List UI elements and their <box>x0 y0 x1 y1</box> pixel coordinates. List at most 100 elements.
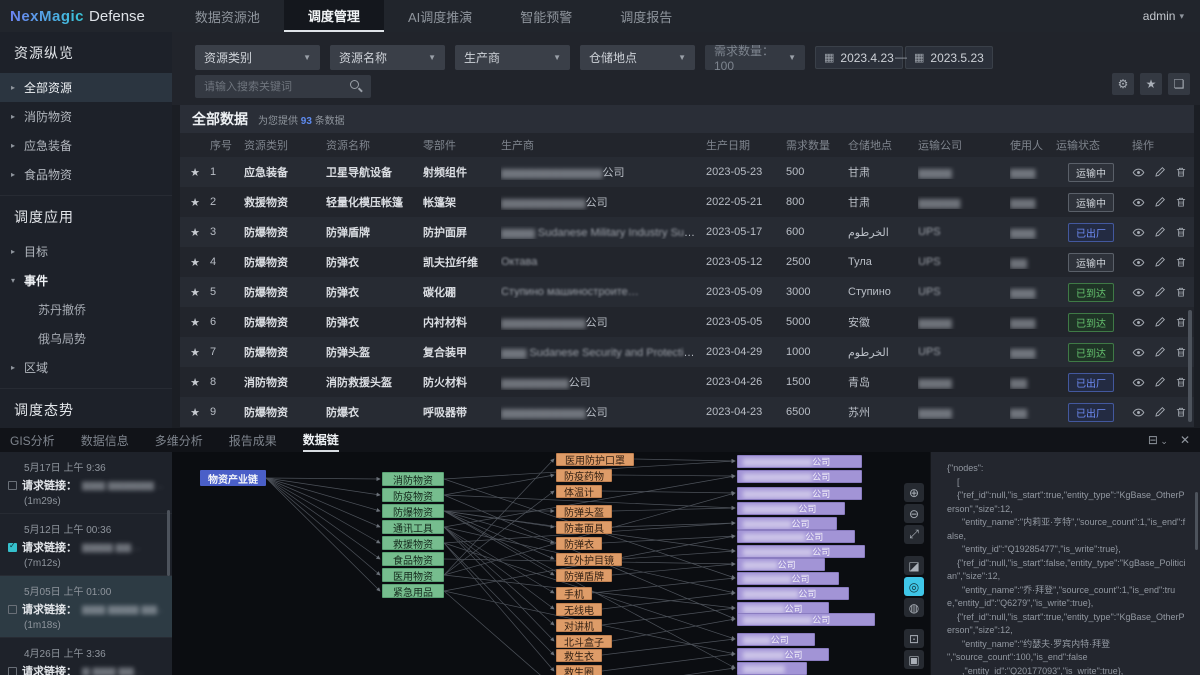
graph-node-item[interactable]: 救生圈 <box>556 665 602 675</box>
graph-node-company[interactable]: ▆▆▆▆▆▆▆▆▆公司 <box>737 530 855 543</box>
graph-node-company[interactable]: ▆▆▆▆▆▆▆▆▆▆公司 <box>737 487 862 500</box>
graph-node-company[interactable]: ▆▆▆▆▆▆ <box>737 662 807 675</box>
edit-icon[interactable] <box>1154 196 1166 208</box>
view-icon[interactable] <box>1132 286 1145 299</box>
view-icon[interactable] <box>1132 196 1145 209</box>
graph-node-company[interactable]: ▆▆▆▆▆▆公司 <box>737 648 829 661</box>
filter-date-from[interactable]: ▦2023.4.23 <box>815 46 903 69</box>
graph-node-item[interactable]: 救生衣 <box>556 649 602 662</box>
bottom-tab-报告成果[interactable]: 报告成果 <box>229 428 277 452</box>
favorite-button[interactable]: ★ <box>1140 73 1162 95</box>
graph-node-item[interactable]: 防弹盾牌 <box>556 569 612 582</box>
nav-tab-智能预警[interactable]: 智能预警 <box>496 0 596 32</box>
graph-node-company[interactable]: ▆▆▆▆▆▆▆▆公司 <box>737 502 845 515</box>
graph-node-category[interactable]: 消防物资 <box>382 472 444 486</box>
graph-node-category[interactable]: 紧急用品 <box>382 584 444 598</box>
graph-node-category[interactable]: 通讯工具 <box>382 520 444 534</box>
filter-dropdown-仓储地点[interactable]: 仓储地点▼ <box>580 45 695 70</box>
delete-icon[interactable] <box>1175 196 1187 208</box>
sidebar-item-全部资源[interactable]: ▸全部资源 <box>0 73 172 102</box>
bottom-tab-GIS分析[interactable]: GIS分析 <box>10 428 55 452</box>
graph-node-category[interactable]: 防爆物资 <box>382 504 444 518</box>
graph-node-category[interactable]: 防疫物资 <box>382 488 444 502</box>
delete-icon[interactable] <box>1175 406 1187 418</box>
user-menu[interactable]: admin ▾ <box>1143 0 1200 32</box>
graph-node-company[interactable]: ▆▆▆▆▆▆▆公司 <box>737 517 837 530</box>
brush-button[interactable]: ◪ <box>904 556 924 575</box>
delete-icon[interactable] <box>1175 346 1187 358</box>
graph-node-item[interactable]: 防弹衣 <box>556 537 602 550</box>
bottom-tab-数据链[interactable]: 数据链 <box>303 428 339 452</box>
copy-button[interactable]: ❏ <box>1168 73 1190 95</box>
graph-node-company[interactable]: ▆▆▆▆▆▆▆▆▆▆公司 <box>737 613 875 626</box>
sidebar-item-区域[interactable]: ▸区域 <box>0 353 172 382</box>
sidebar-section-调度应用[interactable]: 调度应用 <box>0 195 172 237</box>
graph-node-category[interactable]: 救援物资 <box>382 536 444 550</box>
locate-button[interactable]: ◎ <box>904 577 924 596</box>
graph-node-item[interactable]: 防毒面具 <box>556 521 612 534</box>
view-icon[interactable] <box>1132 376 1145 389</box>
view-icon[interactable] <box>1132 346 1145 359</box>
edit-icon[interactable] <box>1154 286 1166 298</box>
request-list-scrollbar[interactable] <box>167 510 170 576</box>
graph-node-item[interactable]: 红外护目镜 <box>556 553 622 566</box>
view-icon[interactable] <box>1132 166 1145 179</box>
json-panel-scrollbar[interactable] <box>1195 492 1198 550</box>
sidebar-item-消防物资[interactable]: ▸消防物资 <box>0 102 172 131</box>
edit-icon[interactable] <box>1154 226 1166 238</box>
sidebar-item-事件[interactable]: ▾事件 <box>0 266 172 295</box>
graph-node-item[interactable]: 北斗盒子 <box>556 635 612 648</box>
view-icon[interactable] <box>1132 256 1145 269</box>
graph-node-company[interactable]: ▆▆▆▆▆▆▆公司 <box>737 572 839 585</box>
favorite-star-icon[interactable]: ★ <box>180 316 210 329</box>
filter-dropdown-生产商[interactable]: 生产商▼ <box>455 45 570 70</box>
graph-node-item[interactable]: 手机 <box>556 587 592 600</box>
request-checkbox[interactable] <box>8 667 17 675</box>
graph-node-company[interactable]: ▆▆▆▆▆▆▆▆▆▆公司 <box>737 545 865 558</box>
graph-node-item[interactable]: 体温计 <box>556 485 602 498</box>
delete-icon[interactable] <box>1175 376 1187 388</box>
request-item[interactable]: 4月26日 上午 3:36请求链接：▆ ▆▆▆ ▆▆…(1m21s) <box>0 638 172 675</box>
layout-icon[interactable]: ⊟ ⌄ <box>1148 433 1168 447</box>
filter-date-to[interactable]: ▦2023.5.23 <box>905 46 993 69</box>
close-icon[interactable]: ✕ <box>1180 433 1190 447</box>
bottom-tab-数据信息[interactable]: 数据信息 <box>81 428 129 452</box>
sidebar-item-应急装备[interactable]: ▸应急装备 <box>0 131 172 160</box>
favorite-star-icon[interactable]: ★ <box>180 256 210 269</box>
globe-button[interactable]: ◍ <box>904 598 924 617</box>
view-icon[interactable] <box>1132 226 1145 239</box>
delete-icon[interactable] <box>1175 316 1187 328</box>
graph-node-company[interactable]: ▆▆▆▆公司 <box>737 633 815 646</box>
graph-node-category[interactable]: 医用物资 <box>382 568 444 582</box>
nav-tab-调度管理[interactable]: 调度管理 <box>284 0 384 32</box>
request-checkbox[interactable] <box>8 605 17 614</box>
request-checkbox[interactable] <box>8 543 17 552</box>
graph-node-item[interactable]: 对讲机 <box>556 619 602 632</box>
filter-dropdown-quantity[interactable]: 需求数量：100▼ <box>705 45 805 70</box>
crop-button[interactable]: ⊡ <box>904 629 924 648</box>
filter-dropdown-资源类别[interactable]: 资源类别▼ <box>195 45 320 70</box>
graph-node-item[interactable]: 医用防护口罩 <box>556 453 634 466</box>
zoom-in-button[interactable]: ⊕ <box>904 483 924 502</box>
edit-icon[interactable] <box>1154 376 1166 388</box>
favorite-star-icon[interactable]: ★ <box>180 376 210 389</box>
graph-node-company[interactable]: ▆▆▆▆▆▆▆▆▆▆公司 <box>737 470 862 483</box>
delete-icon[interactable] <box>1175 166 1187 178</box>
video-button[interactable]: ▣ <box>904 650 924 669</box>
request-checkbox[interactable] <box>8 481 17 490</box>
graph-node-item[interactable]: 无线电 <box>556 603 602 616</box>
graph-node-item[interactable]: 防疫药物 <box>556 469 612 482</box>
nav-tab-调度报告[interactable]: 调度报告 <box>596 0 696 32</box>
sidebar-subitem-俄乌局势[interactable]: 俄乌局势 <box>0 324 172 353</box>
graph-node-company[interactable]: ▆▆▆▆▆▆▆▆公司 <box>737 587 849 600</box>
settings-button[interactable]: ⚙ <box>1112 73 1134 95</box>
favorite-star-icon[interactable]: ★ <box>180 346 210 359</box>
search-input[interactable] <box>195 75 371 98</box>
graph-node-company[interactable]: ▆▆▆▆▆▆▆▆▆▆公司 <box>737 455 862 468</box>
zoom-out-button[interactable]: ⊖ <box>904 504 924 523</box>
graph-node-category[interactable]: 食品物资 <box>382 552 444 566</box>
delete-icon[interactable] <box>1175 286 1187 298</box>
fit-screen-button[interactable]: ⤢ <box>904 525 924 544</box>
sidebar-subitem-苏丹撤侨[interactable]: 苏丹撤侨 <box>0 295 172 324</box>
favorite-star-icon[interactable]: ★ <box>180 166 210 179</box>
